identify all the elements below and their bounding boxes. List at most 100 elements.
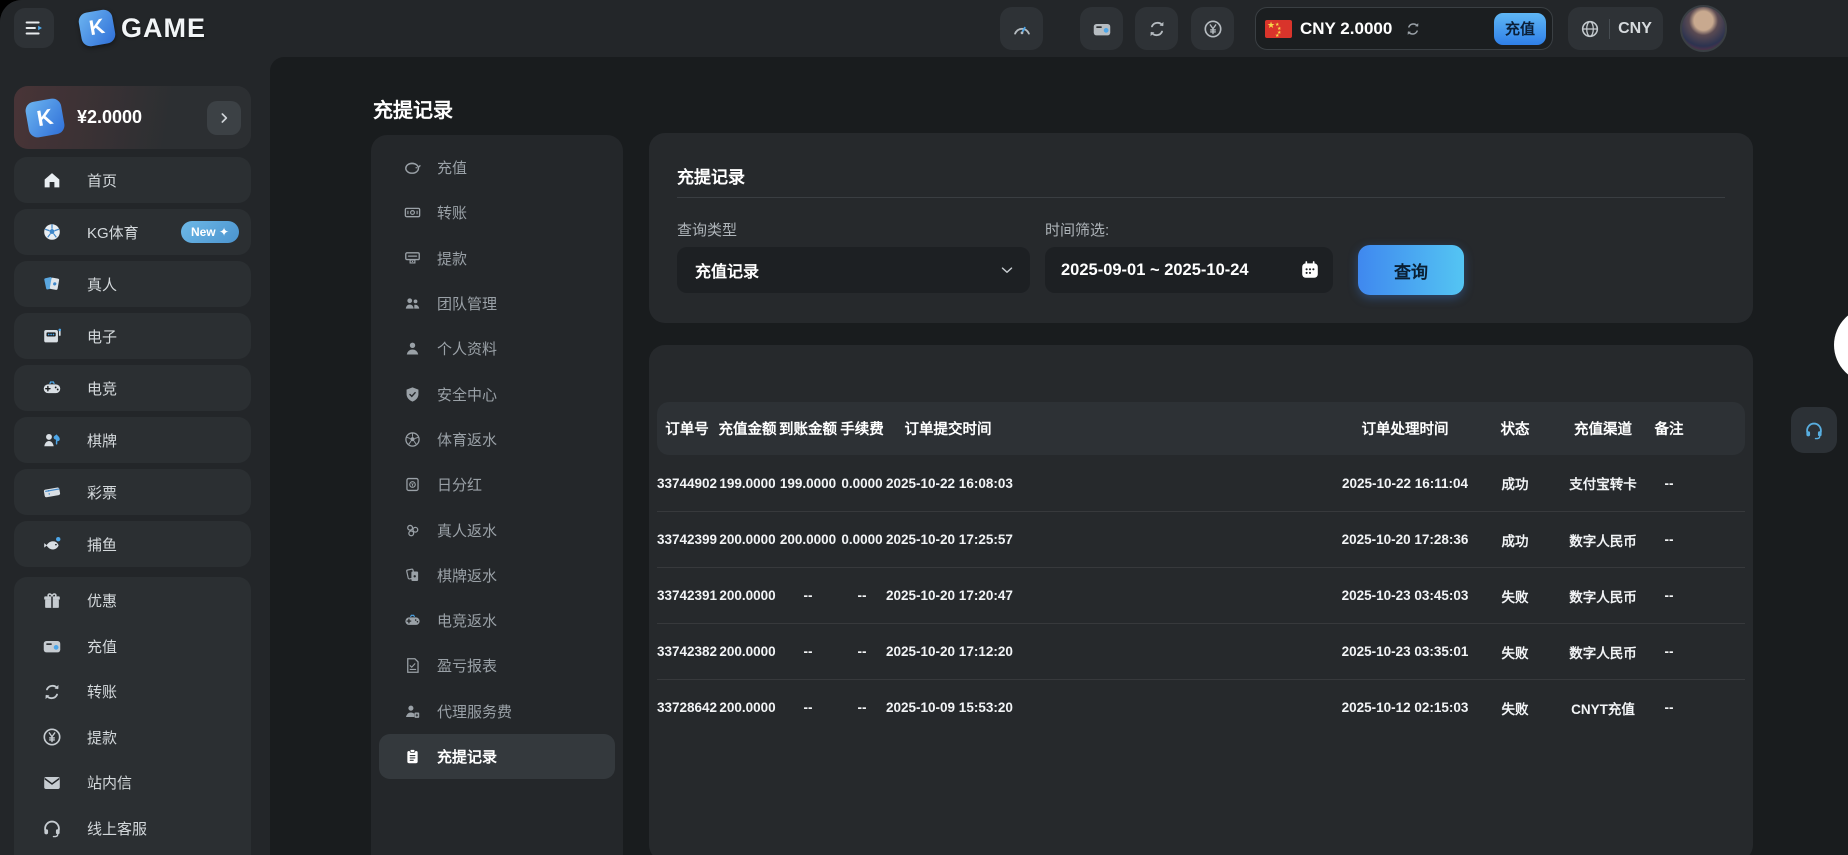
table-row: 33742391 200.0000 -- -- 2025-10-20 17:20… — [657, 567, 1745, 623]
sidebar-item-slots[interactable]: 电子 — [14, 313, 251, 359]
records-table-card: 订单号 充值金额 到账金额 手续费 订单提交时间 订单处理时间 状态 充值渠道 … — [649, 345, 1753, 855]
exchange-button[interactable] — [1191, 7, 1234, 50]
sidebar-item-customer-service[interactable]: 线上客服 — [14, 806, 251, 852]
sidebar-item-withdraw[interactable]: 提款 — [14, 715, 251, 761]
menu-item-profit-loss-report[interactable]: 盈亏报表 — [379, 643, 615, 688]
soccer-ball-icon — [41, 221, 63, 243]
table-cell: 200.0000 — [717, 644, 778, 659]
table-cell: 200.0000 — [717, 532, 778, 547]
table-cell: 2025-10-20 17:12:20 — [886, 644, 1010, 659]
table-cell: 200.0000 — [717, 700, 778, 715]
sidebar-item-board-games[interactable]: 棋牌 — [14, 417, 251, 463]
sidebar-item-transfer[interactable]: 转账 — [14, 669, 251, 715]
sidebar-item-label: 优惠 — [87, 590, 117, 611]
refresh-icon — [1404, 20, 1422, 38]
table-cell: 2025-10-20 17:28:36 — [1340, 532, 1470, 547]
table-cell: 2025-10-22 16:11:04 — [1340, 476, 1470, 491]
atm-icon — [403, 249, 422, 268]
gamepad-icon — [403, 611, 422, 630]
table-row: 33742399 200.0000 200.0000 0.0000 2025-1… — [657, 511, 1745, 567]
divider — [677, 197, 1725, 198]
table-cell: -- — [838, 588, 886, 603]
column-header: 充值渠道 — [1560, 418, 1646, 439]
table-cell: 200.0000 — [717, 588, 778, 603]
menu-item-label: 个人资料 — [437, 338, 497, 359]
sidebar-item-label: 捕鱼 — [87, 534, 117, 555]
slot-machine-icon — [41, 325, 63, 347]
money-doc-icon — [403, 475, 422, 494]
calendar-icon[interactable] — [1299, 259, 1321, 281]
menu-item-transaction-records[interactable]: 充提记录 — [379, 734, 615, 779]
menu-item-label: 棋牌返水 — [437, 565, 497, 586]
menu-item-profile[interactable]: 个人资料 — [379, 326, 615, 371]
dice-cluster-icon — [403, 521, 422, 540]
table-cell: 33742382 — [657, 644, 717, 659]
menu-item-agent-fee[interactable]: 代理服务费 — [379, 689, 615, 734]
query-type-select[interactable]: 充值记录 — [677, 247, 1030, 293]
brand-logo[interactable]: K GAME — [80, 8, 206, 48]
sidebar-item-label: 首页 — [87, 170, 117, 191]
status-cell: 成功 — [1470, 473, 1560, 493]
table-cell: -- — [1646, 644, 1692, 659]
table-cell: 0.0000 — [838, 476, 886, 491]
status-cell: 失败 — [1470, 586, 1560, 606]
menu-item-label: 提款 — [437, 248, 467, 269]
sidebar-item-label: 充值 — [87, 636, 117, 657]
language-currency-selector[interactable]: CNY — [1568, 7, 1663, 50]
time-filter-label: 时间筛选: — [1045, 219, 1109, 240]
date-range-input[interactable]: 2025-09-01 ~ 2025-10-24 — [1045, 247, 1333, 293]
menu-item-deposit[interactable]: 充值 — [379, 145, 615, 190]
search-button[interactable]: 查询 — [1358, 245, 1464, 295]
currency-code: CNY — [1618, 20, 1652, 38]
wallet-balance: ¥2.0000 — [77, 107, 142, 128]
page-title: 充提记录 — [373, 94, 453, 123]
sidebar-item-live-casino[interactable]: 真人 — [14, 261, 251, 307]
hamburger-menu-button[interactable] — [14, 8, 54, 48]
sidebar-item-promotions[interactable]: 优惠 — [14, 578, 251, 624]
sidebar-item-esports[interactable]: 电竞 — [14, 365, 251, 411]
wallet-icon — [1091, 18, 1113, 40]
logo-k-tile: K — [77, 8, 116, 47]
deposit-button[interactable]: 充值 — [1494, 13, 1546, 45]
sidebar-item-lottery[interactable]: 彩票 — [14, 469, 251, 515]
menu-item-transfer[interactable]: 转账 — [379, 190, 615, 235]
refresh-balance-button[interactable] — [1398, 19, 1428, 39]
support-headset-fab[interactable] — [1791, 407, 1837, 453]
table-cell: -- — [838, 700, 886, 715]
sidebar-item-home[interactable]: 首页 — [14, 157, 251, 203]
menu-item-withdraw[interactable]: 提款 — [379, 236, 615, 281]
menu-item-label: 安全中心 — [437, 384, 497, 405]
table-cell: 199.0000 — [778, 476, 838, 491]
table-cell: -- — [1646, 476, 1692, 491]
sidebar-item-deposit[interactable]: 充值 — [14, 624, 251, 670]
transfer-button[interactable] — [1135, 7, 1178, 50]
dashboard-gauge-button[interactable] — [1000, 7, 1043, 50]
wallet-balance-card[interactable]: K ¥2.0000 — [14, 86, 251, 149]
menu-item-daily-dividend[interactable]: 日分红 — [379, 462, 615, 507]
shield-icon — [403, 385, 422, 404]
sidebar-item-messages[interactable]: 站内信 — [14, 760, 251, 806]
menu-item-security-center[interactable]: 安全中心 — [379, 371, 615, 416]
left-sidebar: K ¥2.0000 首页 KG体育New ✦ 真人 电子 电竞 棋牌 彩票 捕鱼… — [0, 57, 270, 855]
menu-item-team-management[interactable]: 团队管理 — [379, 281, 615, 326]
globe-icon — [1579, 18, 1601, 40]
menu-item-sports-rebate[interactable]: 体育返水 — [379, 417, 615, 462]
table-row: 33742382 200.0000 -- -- 2025-10-20 17:12… — [657, 623, 1745, 679]
sidebar-item-sports[interactable]: KG体育New ✦ — [14, 209, 251, 255]
user-avatar[interactable] — [1680, 5, 1727, 52]
wallet-button[interactable] — [1080, 7, 1123, 50]
menu-item-label: 充值 — [437, 157, 467, 178]
currency-balance-pill[interactable]: ★★★★★ CNY 2.0000 充值 — [1255, 7, 1553, 50]
table-cell: 数字人民币 — [1560, 530, 1646, 550]
table-cell: 2025-10-20 17:20:47 — [886, 588, 1010, 603]
menu-item-board-rebate[interactable]: 棋牌返水 — [379, 553, 615, 598]
sidebar-item-fishing[interactable]: 捕鱼 — [14, 521, 251, 567]
menu-item-live-rebate[interactable]: 真人返水 — [379, 507, 615, 552]
hamburger-icon — [23, 17, 45, 39]
table-cell: 2025-10-12 02:15:03 — [1340, 700, 1470, 715]
banknote-icon — [403, 203, 422, 222]
wallet-expand-button[interactable] — [207, 101, 241, 135]
table-cell: -- — [778, 644, 838, 659]
menu-item-esports-rebate[interactable]: 电竞返水 — [379, 598, 615, 643]
chess-spade-icon — [41, 429, 63, 451]
